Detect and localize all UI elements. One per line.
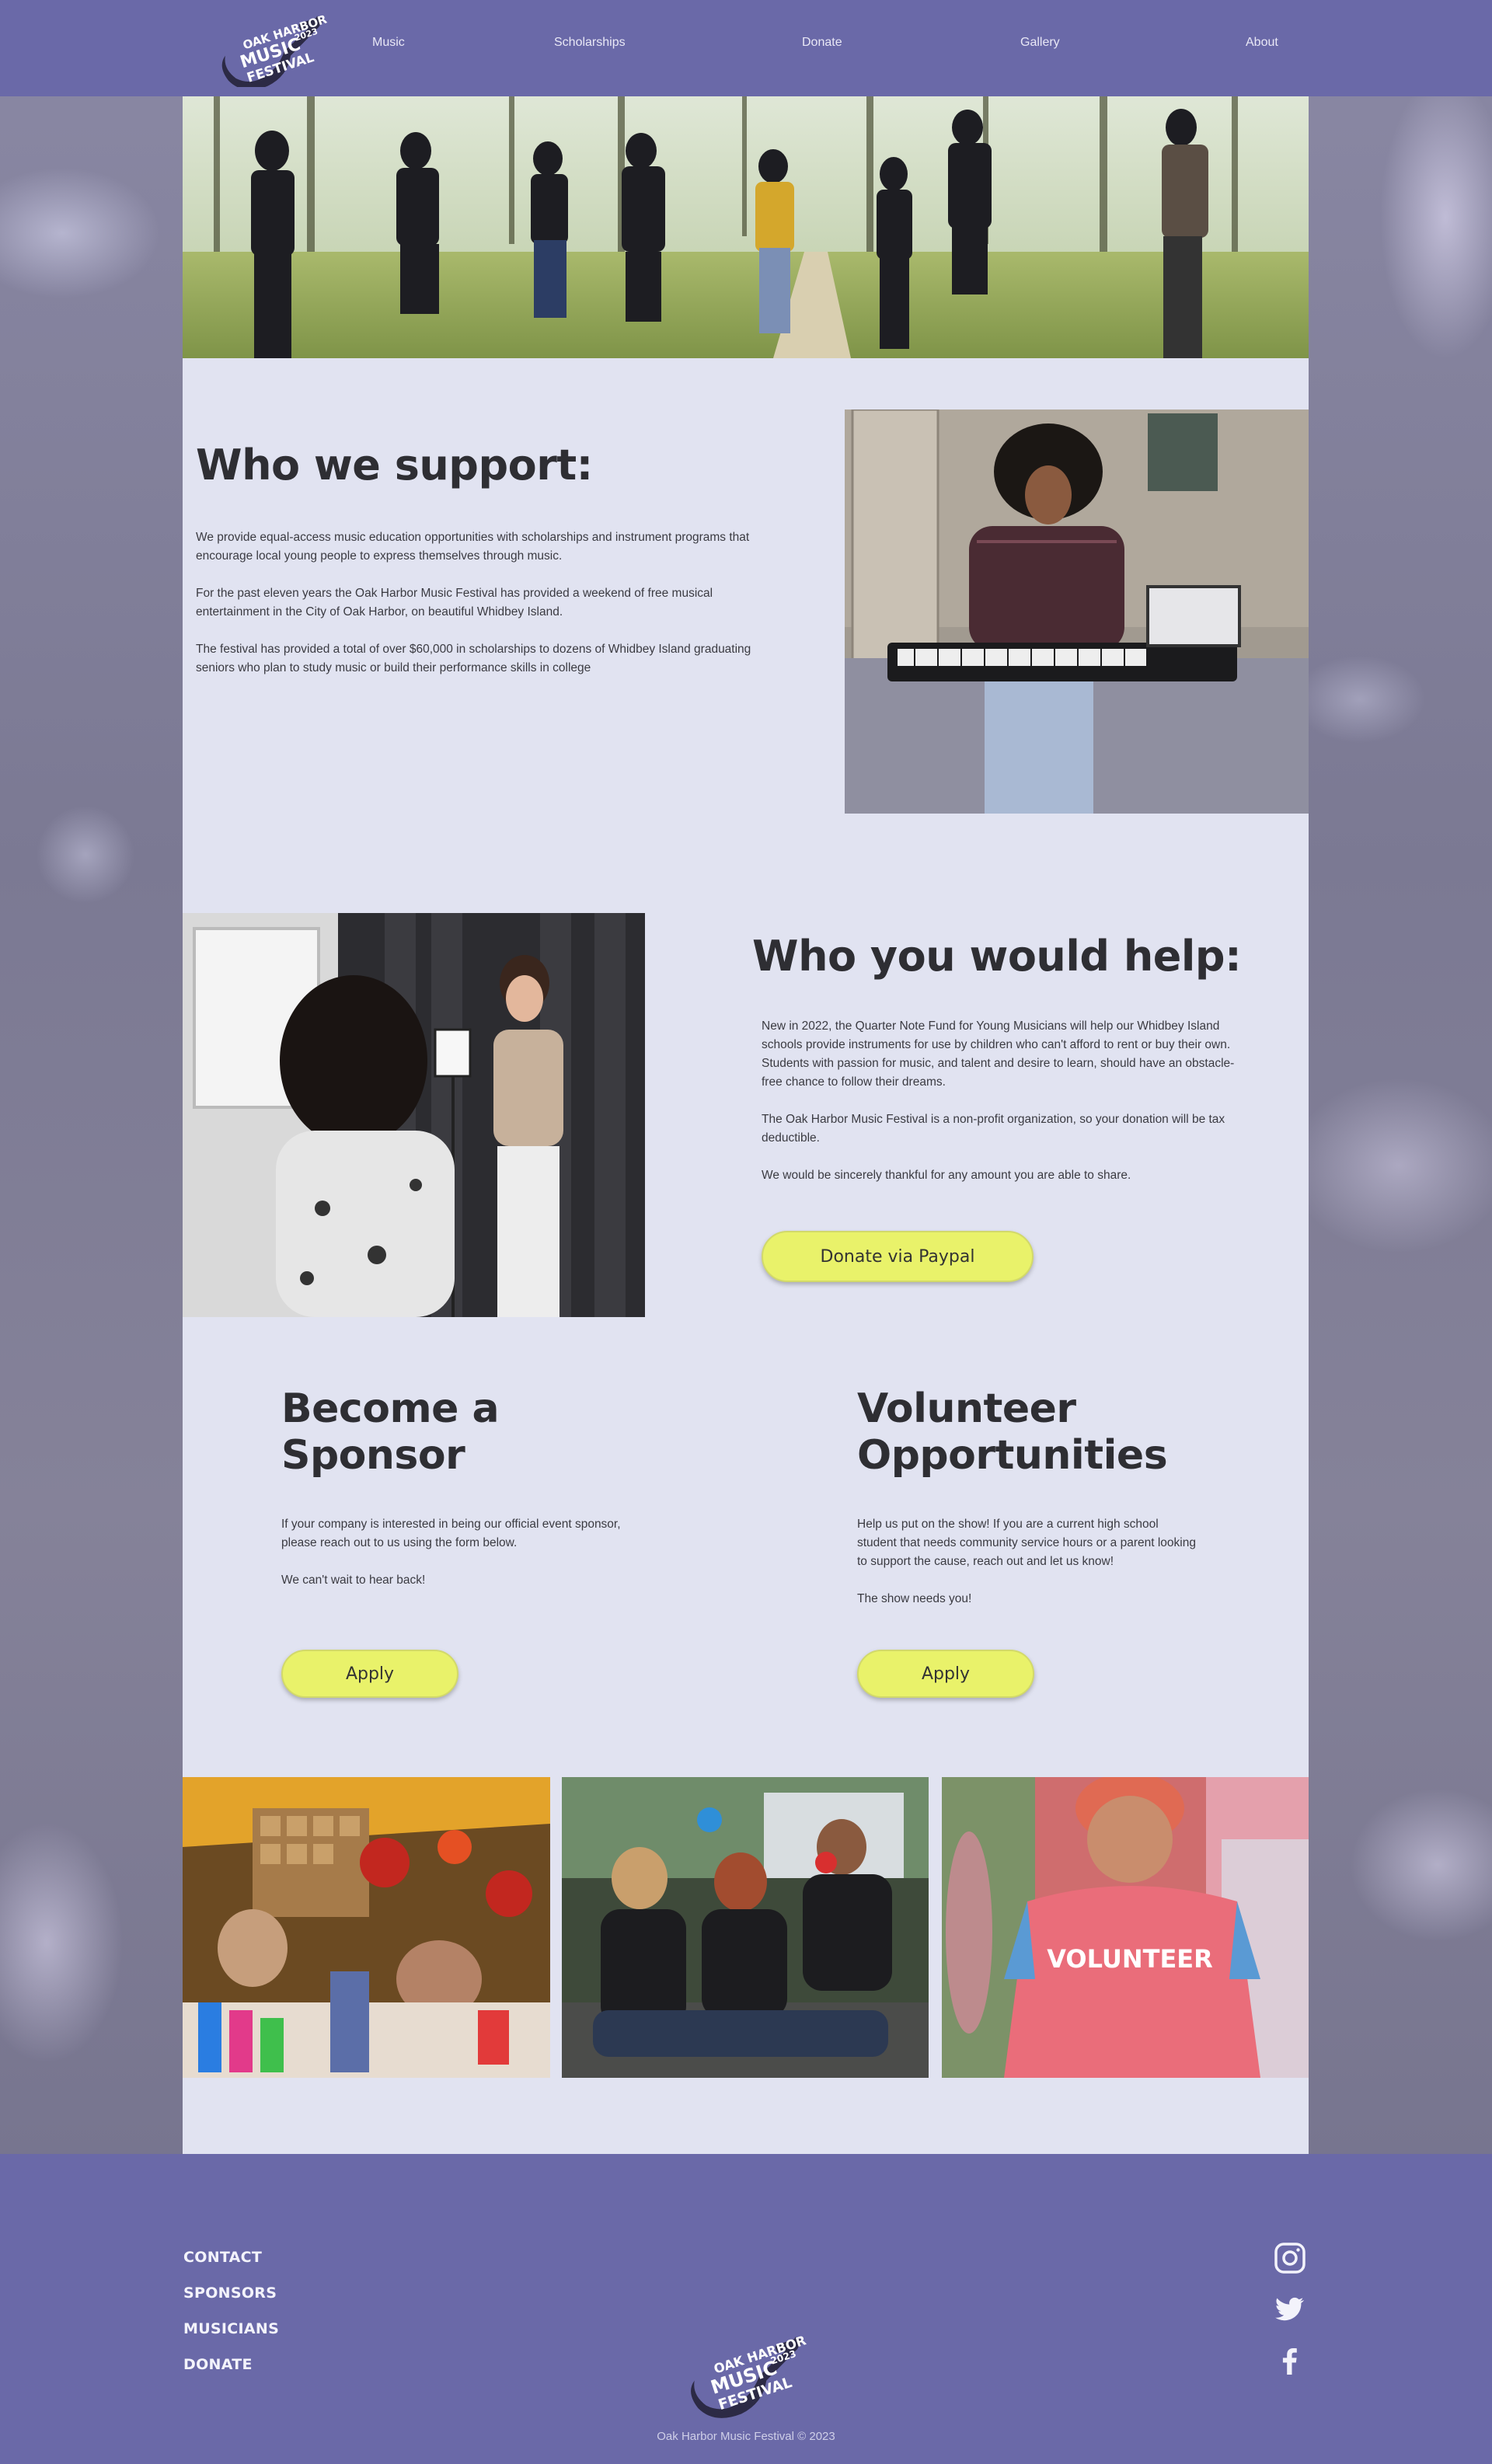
- main-content: Who we support: We provide equal-access …: [183, 96, 1309, 2154]
- footer-link-musicians[interactable]: MUSICIANS: [183, 2320, 279, 2337]
- footer-link-contact[interactable]: CONTACT: [183, 2249, 262, 2266]
- nav-donate[interactable]: Donate: [802, 36, 842, 50]
- footer-link-sponsors[interactable]: SPONSORS: [183, 2285, 277, 2302]
- nav-scholarships[interactable]: Scholarships: [554, 36, 626, 50]
- volunteer-paragraph: The show needs you!: [857, 1592, 972, 1605]
- support-text: We provide equal-access music education …: [196, 528, 751, 696]
- festival-logo[interactable]: OAK HARBOR MUSIC FESTIVAL 2023: [211, 9, 336, 87]
- sponsor-paragraph: If your company is interested in being o…: [281, 1518, 621, 1549]
- sponsor-text: If your company is interested in being o…: [281, 1515, 623, 1608]
- copyright-text: Oak Harbor Music Festival © 2023: [657, 2430, 835, 2443]
- gallery-photo-volunteer: VOLUNTEER: [942, 1777, 1309, 2078]
- volunteer-title: Volunteer Opportunities: [857, 1385, 1168, 1479]
- support-paragraph: For the past eleven years the Oak Harbor…: [196, 587, 713, 619]
- help-paragraph: New in 2022, the Quarter Note Fund for Y…: [762, 1019, 1235, 1089]
- support-title: Who we support:: [196, 441, 593, 490]
- sponsor-paragraph: We can't wait to hear back!: [281, 1574, 426, 1587]
- site-header: OAK HARBOR MUSIC FESTIVAL 2023 Music Sch…: [0, 0, 1492, 96]
- nav-gallery[interactable]: Gallery: [1020, 36, 1060, 50]
- gallery-photo-friends: [562, 1777, 929, 2078]
- volunteer-title-line2: Opportunities: [857, 1431, 1168, 1479]
- sponsor-apply-button[interactable]: Apply: [281, 1650, 458, 1698]
- footer-festival-logo[interactable]: OAK HARBOR MUSIC FESTIVAL 2023: [679, 2326, 816, 2418]
- support-paragraph: The festival has provided a total of ove…: [196, 643, 751, 674]
- svg-text:VOLUNTEER: VOLUNTEER: [1047, 1944, 1213, 1974]
- keyboard-player-photo: [845, 410, 1309, 814]
- volunteer-title-line1: Volunteer: [857, 1385, 1076, 1432]
- donate-paypal-button[interactable]: Donate via Paypal: [762, 1231, 1034, 1282]
- help-text: New in 2022, the Quarter Note Fund for Y…: [762, 1017, 1251, 1204]
- sponsor-title-line1: Become a: [281, 1385, 500, 1432]
- volunteer-text: Help us put on the show! If you are a cu…: [857, 1515, 1199, 1627]
- twitter-icon[interactable]: [1273, 2292, 1307, 2326]
- volunteer-paragraph: Help us put on the show! If you are a cu…: [857, 1518, 1196, 1568]
- instagram-icon[interactable]: [1273, 2241, 1307, 2275]
- singer-lesson-photo: [183, 913, 645, 1317]
- sponsor-title-line2: Sponsor: [281, 1431, 465, 1479]
- hero-group-photo: [183, 96, 1309, 358]
- nav-about[interactable]: About: [1246, 36, 1278, 50]
- volunteer-apply-button[interactable]: Apply: [857, 1650, 1034, 1698]
- site-footer: CONTACT SPONSORS MUSICIANS DONATE OAK HA…: [0, 2154, 1492, 2464]
- gallery-photo-market: [183, 1777, 550, 2078]
- help-paragraph: We would be sincerely thankful for any a…: [762, 1169, 1131, 1182]
- help-paragraph: The Oak Harbor Music Festival is a non-p…: [762, 1113, 1225, 1145]
- help-title: Who you would help:: [752, 932, 1242, 981]
- sponsor-title: Become a Sponsor: [281, 1385, 500, 1479]
- nav-music[interactable]: Music: [372, 36, 405, 50]
- support-paragraph: We provide equal-access music education …: [196, 531, 750, 563]
- facebook-icon[interactable]: [1273, 2344, 1307, 2378]
- footer-link-donate[interactable]: DONATE: [183, 2356, 253, 2373]
